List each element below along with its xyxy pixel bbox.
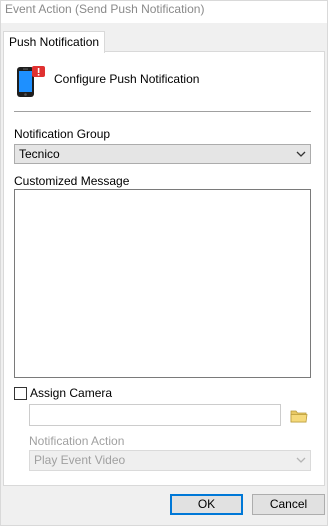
folder-icon[interactable] <box>290 408 308 424</box>
tab-push-notification[interactable]: Push Notification <box>3 31 106 53</box>
header-divider <box>14 111 311 112</box>
notification-action-value: Play Event Video <box>34 453 126 467</box>
mobile-phone-alert-icon <box>17 66 45 97</box>
chevron-down-icon <box>296 151 306 157</box>
assign-camera-label: Assign Camera <box>30 386 113 400</box>
ok-button[interactable]: OK <box>170 494 243 515</box>
customized-message-textarea[interactable] <box>14 189 311 378</box>
window-title: Event Action (Send Push Notification) <box>5 2 205 16</box>
notification-group-value: Tecnico <box>19 147 60 161</box>
notification-action-select[interactable]: Play Event Video <box>29 450 311 471</box>
event-action-dialog: Event Action (Send Push Notification) Pu… <box>0 0 328 526</box>
notification-group-label: Notification Group <box>14 127 111 141</box>
camera-field[interactable] <box>29 404 281 426</box>
title-bar: Event Action (Send Push Notification) <box>1 1 327 23</box>
assign-camera-checkbox[interactable] <box>14 387 27 400</box>
tab-panel-push-notification: Configure Push Notification Notification… <box>3 51 325 486</box>
chevron-down-icon <box>296 457 306 463</box>
notification-group-select[interactable]: Tecnico <box>14 144 311 164</box>
cancel-button[interactable]: Cancel <box>252 494 325 515</box>
notification-action-label: Notification Action <box>29 434 125 448</box>
page-title: Configure Push Notification <box>54 72 200 86</box>
customized-message-label: Customized Message <box>14 174 130 188</box>
